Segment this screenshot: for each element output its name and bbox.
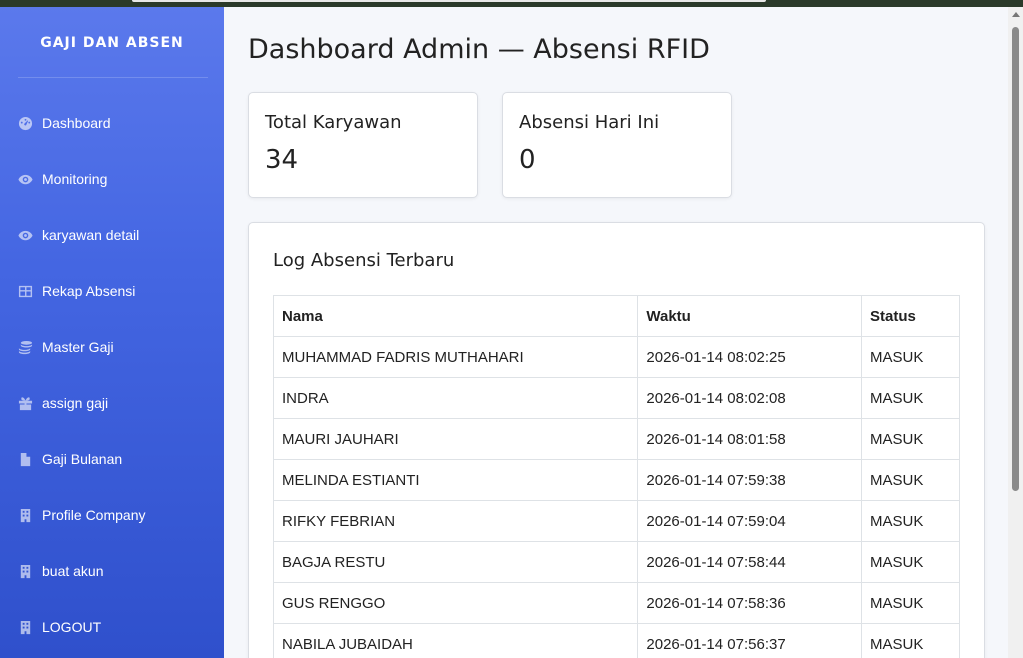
sidebar-item-label: karyawan detail [42,227,140,243]
cell-nama: MAURI JAUHARI [272,418,639,460]
table-row: MUHAMMAD FADRIS MUTHAHARI 2026-01-14 08:… [272,336,960,378]
building-icon [18,564,33,579]
cell-status: MASUK [861,541,960,583]
cell-waktu: 2026-01-14 08:02:08 [637,377,863,419]
table-row: GUS RENGGO 2026-01-14 07:58:36 MASUK [272,582,960,624]
cell-status: MASUK [861,500,960,542]
sidebar-item-label: Master Gaji [42,339,114,355]
sidebar-item-label: buat akun [42,563,104,579]
sidebar-item-label: Gaji Bulanan [42,451,123,467]
coins-icon [18,340,33,355]
sidebar-item-label: LOGOUT [42,619,102,635]
sidebar-item-gaji-bulanan[interactable]: Gaji Bulanan [0,431,224,487]
cell-waktu: 2026-01-14 07:58:44 [637,541,863,583]
sidebar-item-karyawan-detail[interactable]: karyawan detail [0,207,224,263]
sidebar-brand[interactable]: GAJI DAN ABSEN [0,35,224,51]
scrollbar-thumb[interactable] [1012,27,1019,491]
file-icon [18,452,33,467]
table-row: BAGJA RESTU 2026-01-14 07:58:44 MASUK [272,541,960,583]
cell-status: MASUK [861,377,960,419]
dashboard-icon [18,116,33,131]
sidebar-item-label: Dashboard [42,115,111,131]
building-icon [18,508,33,523]
cell-nama: MELINDA ESTIANTI [272,459,639,501]
sidebar-item-rekap-absensi[interactable]: Rekap Absensi [0,263,224,319]
cell-status: MASUK [861,582,960,624]
app-window: GAJI DAN ABSEN Dashboard Monitoring kary… [0,7,1008,658]
cell-nama: NABILA JUBAIDAH [272,623,639,658]
browser-top-strip [0,0,1023,7]
eye-icon [18,172,33,187]
cell-waktu: 2026-01-14 07:59:38 [637,459,863,501]
log-card: Log Absensi Terbaru Nama Waktu Status MU… [248,222,985,658]
table-icon [18,284,33,299]
page-scrollbar[interactable] [1008,7,1023,658]
sidebar-item-assign-gaji[interactable]: assign gaji [0,375,224,431]
sidebar-item-label: Profile Company [42,507,146,523]
stat-label: Absensi Hari Ini [519,112,660,133]
stat-card-total-karyawan: Total Karyawan 34 [248,92,478,198]
cell-waktu: 2026-01-14 08:02:25 [637,336,863,378]
cell-status: MASUK [861,418,960,460]
gift-icon [18,396,33,411]
column-header-status: Status [861,295,960,337]
cell-waktu: 2026-01-14 07:58:36 [637,582,863,624]
column-header-waktu: Waktu [637,295,863,337]
table-header-row: Nama Waktu Status [272,295,960,337]
cell-status: MASUK [861,459,960,501]
stat-card-absensi-hari-ini: Absensi Hari Ini 0 [502,92,732,198]
table-row: RIFKY FEBRIAN 2026-01-14 07:59:04 MASUK [272,500,960,542]
cell-nama: BAGJA RESTU [272,541,639,583]
sidebar-divider [18,77,208,78]
cell-status: MASUK [861,336,960,378]
stat-value: 34 [265,145,299,175]
browser-address-pill [132,0,766,2]
sidebar-item-label: Monitoring [42,171,108,187]
sidebar-item-profile-company[interactable]: Profile Company [0,487,224,543]
sidebar-item-label: Rekap Absensi [42,283,136,299]
main-content: Dashboard Admin — Absensi RFID Total Kar… [224,7,1008,658]
sidebar-item-monitoring[interactable]: Monitoring [0,151,224,207]
cell-waktu: 2026-01-14 08:01:58 [637,418,863,460]
cell-nama: RIFKY FEBRIAN [272,500,639,542]
sidebar: GAJI DAN ABSEN Dashboard Monitoring kary… [0,7,224,658]
table-row: NABILA JUBAIDAH 2026-01-14 07:56:37 MASU… [272,623,960,658]
table-row: MAURI JAUHARI 2026-01-14 08:01:58 MASUK [272,418,960,460]
table-row: MELINDA ESTIANTI 2026-01-14 07:59:38 MAS… [272,459,960,501]
sidebar-item-logout[interactable]: LOGOUT [0,599,224,655]
sidebar-item-master-gaji[interactable]: Master Gaji [0,319,224,375]
cell-waktu: 2026-01-14 07:56:37 [637,623,863,658]
table-row: INDRA 2026-01-14 08:02:08 MASUK [272,377,960,419]
building-icon [18,620,33,635]
sidebar-item-buat-akun[interactable]: buat akun [0,543,224,599]
stat-label: Total Karyawan [265,112,402,133]
cell-status: MASUK [861,623,960,658]
cell-nama: GUS RENGGO [272,582,639,624]
log-title: Log Absensi Terbaru [273,250,455,271]
cell-waktu: 2026-01-14 07:59:04 [637,500,863,542]
cell-nama: INDRA [272,377,639,419]
page-title: Dashboard Admin — Absensi RFID [248,34,710,65]
scroll-up-arrow-icon[interactable] [1012,12,1020,17]
eye-icon [18,228,33,243]
sidebar-nav: Dashboard Monitoring karyawan detail Rek… [0,95,224,655]
log-table: Nama Waktu Status MUHAMMAD FADRIS MUTHAH… [272,295,960,658]
column-header-nama: Nama [272,295,639,337]
sidebar-item-label: assign gaji [42,395,109,411]
stat-value: 0 [519,145,536,175]
sidebar-item-dashboard[interactable]: Dashboard [0,95,224,151]
cell-nama: MUHAMMAD FADRIS MUTHAHARI [272,336,639,378]
